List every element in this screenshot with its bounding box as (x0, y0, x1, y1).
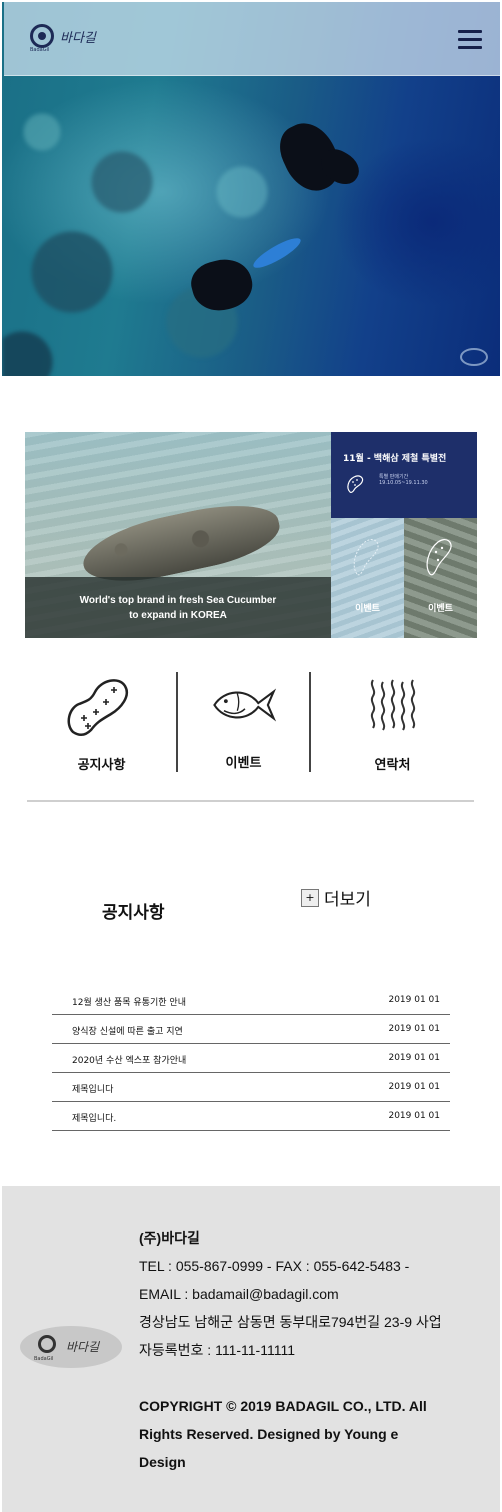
sea-cucumber-icon (67, 679, 128, 736)
site-header: 바다길 BadaGil (4, 2, 500, 76)
notice-row-date: 2019 01 01 (388, 995, 440, 1005)
event-period-label: 특별 판매기간 (379, 474, 409, 480)
more-label: 더보기 (324, 890, 371, 910)
ship-wheel-icon (38, 1335, 56, 1353)
notice-row-date: 2019 01 01 (388, 1111, 440, 1121)
sea-cucumber-icon (347, 475, 364, 493)
promo-main-banner[interactable]: World's top brand in fresh Sea Cucumber … (25, 432, 331, 638)
copyright-line: Design (139, 1454, 186, 1470)
menu-icon[interactable] (458, 30, 482, 50)
notice-row-date: 2019 01 01 (388, 1053, 440, 1063)
notice-row-title: 제목입니다 (72, 1085, 114, 1095)
footer-tel-fax: TEL : 055-867-0999 - FAX : 055-642-5483 … (139, 1258, 410, 1274)
plus-icon: + (301, 888, 319, 907)
tile-label: 이벤트 (355, 604, 380, 614)
notice-row-title: 양식장 신설에 따른 출고 지연 (72, 1027, 183, 1037)
footer-company: (주)바다길 (139, 1230, 200, 1246)
quick-link-contact[interactable]: 연락처 (311, 672, 474, 774)
quick-link-event[interactable]: 이벤트 (178, 672, 309, 774)
footer-business-no: 자등록번호 : 111-11-11111 (139, 1342, 295, 1358)
event-title: 11월 - 백해삼 제철 특별전 (343, 454, 447, 464)
promo-caption: World's top brand in fresh Sea Cucumber … (25, 577, 331, 638)
section-divider (27, 800, 474, 802)
copyright-line: COPYRIGHT © 2019 BADAGIL CO., LTD. All (139, 1398, 427, 1414)
footer-copyright: COPYRIGHT © 2019 BADAGIL CO., LTD. All R… (139, 1392, 479, 1476)
notice-row-title: 2020년 수산 엑스포 참가안내 (72, 1056, 187, 1066)
hero-watermark-icon (460, 348, 488, 366)
waves-icon (370, 679, 416, 731)
quick-link-label: 공지사항 (77, 758, 126, 773)
hero-reef (2, 72, 302, 376)
event-period: 19.10.05~19.11.30 (379, 480, 428, 486)
notice-row[interactable]: 제목입니다 2019 01 01 (52, 1073, 450, 1102)
promo-event-banner[interactable]: 11월 - 백해삼 제철 특별전 특별 판매기간 19.10.05~19.11.… (331, 432, 477, 518)
quick-link-label: 연락처 (374, 758, 411, 773)
notice-row-date: 2019 01 01 (388, 1024, 440, 1034)
promo-tile-event-1[interactable]: 이벤트 (331, 518, 404, 638)
ship-wheel-icon (30, 24, 54, 48)
copyright-line: Rights Reserved. Designed by Young e (139, 1426, 399, 1442)
notice-title: 공지사항 (102, 903, 165, 923)
notice-row-title: 제목입니다. (72, 1114, 117, 1124)
tile-label: 이벤트 (428, 604, 453, 614)
notice-list: 12월 생산 품목 유통기한 안내 2019 01 01 양식장 신설에 따른 … (52, 986, 450, 1131)
quick-link-label: 이벤트 (225, 756, 262, 771)
promo-caption-line1: World's top brand in fresh Sea Cucumber (79, 594, 277, 606)
notice-row-date: 2019 01 01 (388, 1082, 440, 1092)
notice-row-title: 12월 생산 품목 유통기한 안내 (72, 998, 186, 1008)
quick-link-notice[interactable]: 공지사항 (27, 672, 176, 774)
sea-cucumber-icon (426, 538, 452, 576)
footer-email: EMAIL : badamail@badagil.com (139, 1286, 339, 1302)
footer-logo[interactable]: 바다길 BadaGil (20, 1326, 122, 1368)
footer-logo-text: 바다길 (66, 1340, 100, 1354)
footer-address: 경상남도 남해군 삼동면 동부대로794번길 23-9 사업 (139, 1314, 442, 1330)
logo-text: 바다길 (60, 30, 96, 46)
quick-links: 공지사항 이벤트 연락처 (27, 672, 474, 774)
more-button[interactable]: + 더보기 (301, 885, 371, 910)
notice-row[interactable]: 12월 생산 품목 유통기한 안내 2019 01 01 (52, 986, 450, 1015)
notice-row[interactable]: 제목입니다. 2019 01 01 (52, 1102, 450, 1131)
logo-subtext: BadaGil (30, 47, 50, 53)
footer-info: (주)바다길 TEL : 055-867-0999 - FAX : 055-64… (139, 1224, 494, 1364)
fish-icon (213, 688, 277, 722)
notice-row[interactable]: 양식장 신설에 따른 출고 지연 2019 01 01 (52, 1015, 450, 1044)
site-logo[interactable]: 바다길 (30, 24, 96, 48)
site-footer: 바다길 BadaGil (주)바다길 TEL : 055-867-0999 - … (2, 1186, 500, 1512)
promo-caption-line2: to expand in KOREA (129, 609, 227, 621)
promo-tile-event-2[interactable]: 이벤트 (404, 518, 477, 638)
notice-row[interactable]: 2020년 수산 엑스포 참가안내 2019 01 01 (52, 1044, 450, 1073)
sea-cucumber-icon (353, 539, 379, 576)
footer-logo-subtext: BadaGil (34, 1356, 54, 1362)
